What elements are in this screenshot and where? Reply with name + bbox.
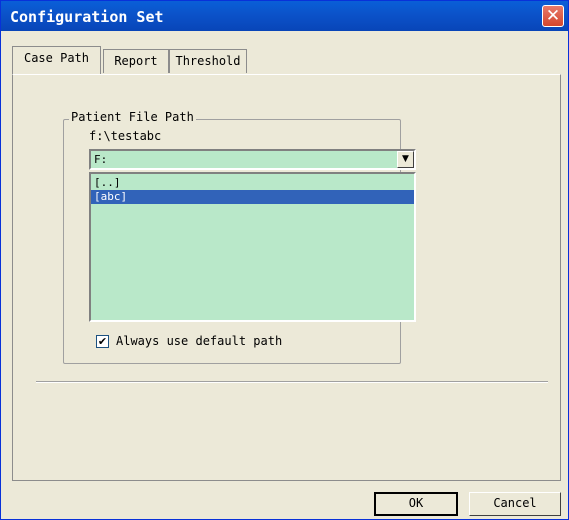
list-item[interactable]: [..] xyxy=(91,176,414,190)
group-label: Patient File Path xyxy=(69,110,196,124)
configuration-dialog: Configuration Set ✕ Case Path Report Thr… xyxy=(0,0,569,520)
window-title: Configuration Set xyxy=(10,8,164,26)
current-path-text: f:\testabc xyxy=(89,129,162,143)
drive-select[interactable]: F: ▼ xyxy=(89,149,416,170)
always-default-label[interactable]: Always use default path xyxy=(116,334,282,348)
list-item-selected[interactable]: [abc] xyxy=(91,190,414,204)
always-default-checkbox[interactable]: ✔ xyxy=(96,335,109,348)
drive-select-value: F: xyxy=(94,153,108,166)
directory-list[interactable]: [..] [abc] xyxy=(89,172,416,322)
title-bar[interactable]: Configuration Set ✕ xyxy=(1,1,568,31)
ok-button[interactable]: OK xyxy=(374,492,458,516)
close-icon[interactable]: ✕ xyxy=(542,5,564,27)
cancel-button[interactable]: Cancel xyxy=(469,492,561,516)
separator xyxy=(36,381,548,383)
tab-report[interactable]: Report xyxy=(103,49,169,73)
tab-case-path[interactable]: Case Path xyxy=(12,46,101,74)
chevron-down-icon[interactable]: ▼ xyxy=(397,151,414,168)
tab-threshold[interactable]: Threshold xyxy=(169,49,247,73)
